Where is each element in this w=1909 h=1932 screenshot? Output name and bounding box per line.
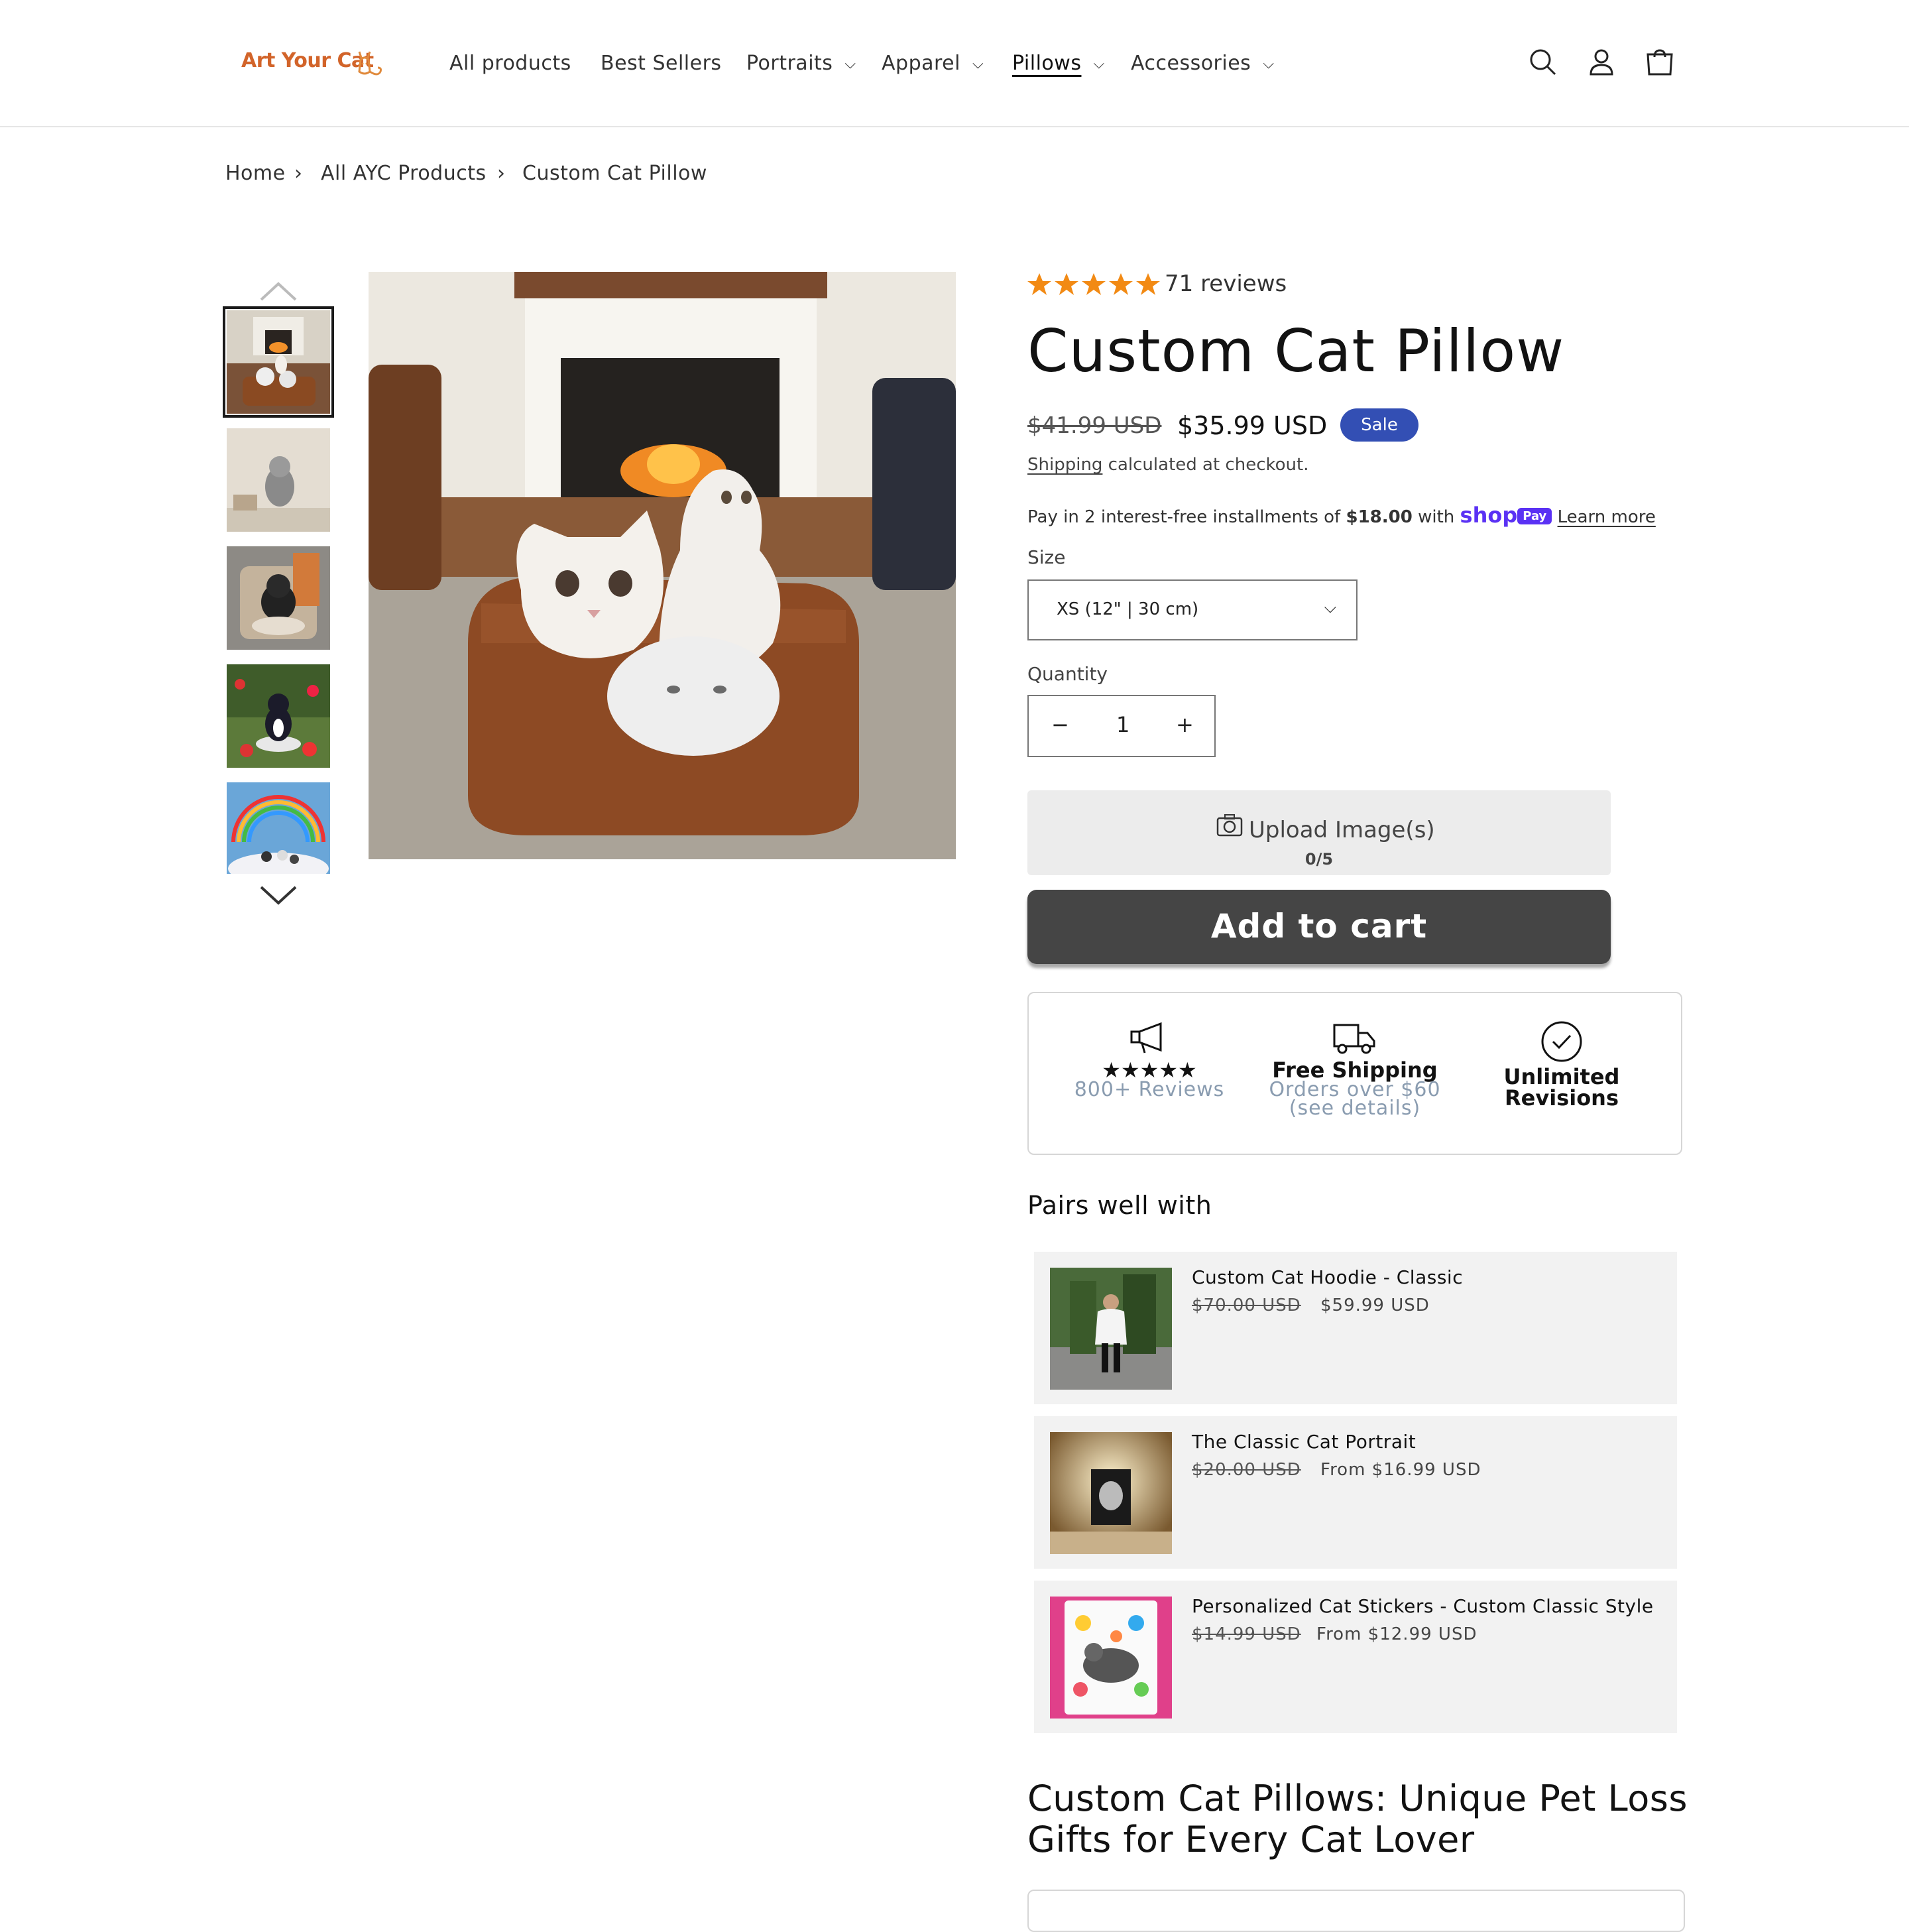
chevron-down-icon: ⌵	[844, 56, 856, 72]
upload-count: 0/5	[1304, 850, 1334, 869]
pair-price-old: $14.99 USD	[1192, 1624, 1301, 1644]
site-header: Art Your Cat All products Best Sellers P…	[0, 0, 1909, 127]
size-select[interactable]: XS (12" | 30 cm) ⌵	[1027, 579, 1358, 640]
breadcrumb-all-products[interactable]: All AYC Products	[321, 162, 487, 185]
nav-best-sellers[interactable]: Best Sellers	[601, 52, 722, 75]
article-heading: Custom Cat Pillows: Unique Pet Loss Gift…	[1027, 1778, 1688, 1860]
product-thumbnail[interactable]	[1050, 1432, 1172, 1554]
quantity-stepper[interactable]: − 1 +	[1027, 695, 1216, 757]
badge-free-shipping[interactable]: Free Shipping Orders over $60 (see detai…	[1255, 1020, 1454, 1118]
reviews-count-link[interactable]: 71 reviews	[1165, 271, 1287, 297]
badge-unlimited-revisions: Unlimited Revisions	[1462, 1020, 1661, 1109]
nav-pillows[interactable]: Pillows ⌵	[1012, 52, 1105, 75]
size-label: Size	[1027, 546, 1066, 568]
quantity-decrease-button[interactable]: −	[1051, 712, 1069, 737]
pair-price-new: $59.99 USD	[1320, 1296, 1430, 1315]
chevron-down-icon[interactable]	[257, 882, 300, 908]
pair-card-hoodie[interactable]: Custom Cat Hoodie - Classic $70.00 USD $…	[1034, 1252, 1677, 1404]
upload-images-button[interactable]: Upload Image(s) 0/5	[1027, 790, 1611, 875]
search-icon[interactable]	[1527, 46, 1559, 78]
add-to-cart-button[interactable]: Add to cart	[1027, 890, 1611, 964]
truck-icon	[1333, 1024, 1375, 1054]
price-original: $41.99 USD	[1027, 412, 1162, 439]
pair-price-old: $70.00 USD	[1192, 1296, 1301, 1315]
content-box	[1027, 1890, 1685, 1932]
nav-apparel[interactable]: Apparel ⌵	[882, 52, 984, 75]
price-sale: $35.99 USD	[1177, 411, 1328, 440]
chevron-down-icon: ⌵	[972, 56, 984, 72]
installments-note: Pay in 2 interest-free installments of $…	[1027, 503, 1656, 528]
chevron-right-icon: ›	[497, 162, 506, 185]
product-main-image[interactable]	[369, 272, 956, 859]
pair-name[interactable]: Personalized Cat Stickers - Custom Class…	[1192, 1595, 1654, 1617]
pair-price-old: $20.00 USD	[1192, 1460, 1301, 1480]
account-icon[interactable]	[1586, 46, 1617, 78]
nav-accessories[interactable]: Accessories ⌵	[1131, 52, 1275, 75]
nav-portraits[interactable]: Portraits ⌵	[746, 52, 856, 75]
thumbnail-3[interactable]	[227, 546, 330, 650]
thumbnail-1[interactable]	[223, 306, 334, 418]
quantity-increase-button[interactable]: +	[1176, 712, 1194, 737]
nav-all-products[interactable]: All products	[449, 52, 571, 75]
chevron-right-icon: ›	[294, 162, 303, 185]
breadcrumb-current: Custom Cat Pillow	[522, 162, 707, 185]
chevron-up-icon[interactable]	[257, 277, 300, 304]
breadcrumb-home[interactable]: Home	[225, 162, 286, 185]
chevron-down-icon: ⌵	[1263, 56, 1275, 72]
shop-pay-badge: Pay	[1517, 508, 1552, 524]
pair-name[interactable]: Custom Cat Hoodie - Classic	[1192, 1266, 1463, 1288]
chevron-down-icon: ⌵	[1093, 56, 1105, 72]
rating-stars[interactable]	[1027, 272, 1161, 298]
thumbnail-4[interactable]	[227, 664, 330, 768]
badge-reviews: ★★★★★ 800+ Reviews	[1050, 1020, 1249, 1100]
size-selected-value: XS (12" | 30 cm)	[1057, 599, 1199, 619]
upload-label: Upload Image(s)	[1249, 817, 1435, 843]
shipping-link[interactable]: Shipping	[1027, 455, 1102, 475]
shipping-note: Shipping calculated at checkout.	[1027, 455, 1309, 475]
check-circle-icon	[1541, 1021, 1582, 1062]
product-title: Custom Cat Pillow	[1027, 317, 1565, 385]
thumbnail-5[interactable]	[227, 782, 330, 874]
pair-card-stickers[interactable]: Personalized Cat Stickers - Custom Class…	[1034, 1581, 1677, 1733]
camera-icon	[1216, 814, 1243, 837]
product-thumbnail[interactable]	[1050, 1268, 1172, 1390]
pair-name[interactable]: The Classic Cat Portrait	[1192, 1431, 1416, 1453]
thumbnail-2[interactable]	[227, 428, 330, 532]
shop-pay-logo: shop	[1460, 503, 1518, 528]
learn-more-link[interactable]: Learn more	[1558, 507, 1656, 527]
cat-logo-icon[interactable]	[353, 45, 384, 82]
cart-icon[interactable]	[1644, 46, 1676, 78]
megaphone-icon	[1130, 1022, 1162, 1054]
pairs-heading: Pairs well with	[1027, 1191, 1212, 1220]
pair-card-portrait[interactable]: The Classic Cat Portrait $20.00 USD From…	[1034, 1416, 1677, 1569]
trust-badges: ★★★★★ 800+ Reviews Free Shipping Orders …	[1027, 992, 1682, 1155]
quantity-label: Quantity	[1027, 663, 1108, 685]
product-thumbnail[interactable]	[1050, 1597, 1172, 1719]
pair-price-new: From $16.99 USD	[1320, 1460, 1481, 1480]
chevron-down-icon: ⌵	[1324, 598, 1336, 617]
pair-price-new: From $12.99 USD	[1316, 1624, 1477, 1644]
sale-badge: Sale	[1340, 408, 1418, 442]
quantity-input[interactable]: 1	[1116, 712, 1129, 737]
